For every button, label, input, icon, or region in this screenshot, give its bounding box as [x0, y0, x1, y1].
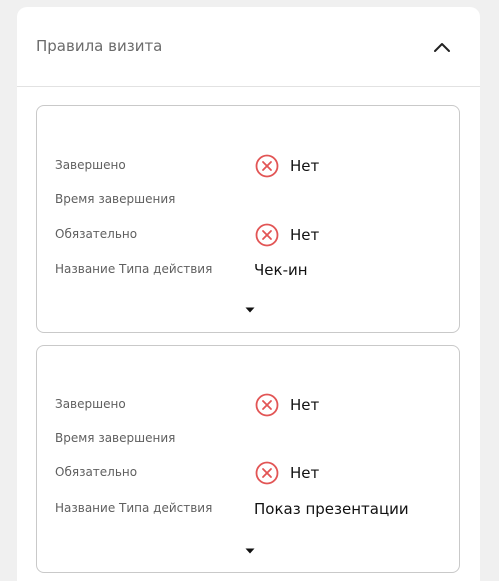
completed-value-text: Нет	[290, 157, 320, 175]
caret-down-icon	[245, 548, 255, 554]
action-type-row: Название Типа действия Показ презентации	[37, 497, 459, 521]
x-circle-icon	[255, 461, 279, 485]
collapse-button[interactable]	[432, 37, 452, 57]
completed-value: Нет	[255, 154, 319, 178]
action-type-value: Показ презентации	[254, 500, 409, 518]
visit-rule-card: Завершено Нет Время завершения Обязатель…	[36, 105, 460, 333]
mandatory-value-text: Нет	[290, 226, 320, 244]
panel-header[interactable]: Правила визита	[17, 7, 480, 87]
completed-value: Нет	[255, 393, 319, 417]
completed-value-text: Нет	[290, 396, 320, 414]
action-type-row: Название Типа действия Чек-ин	[37, 258, 459, 282]
completed-row: Завершено Нет	[37, 154, 459, 178]
completion-time-row: Время завершения	[37, 427, 459, 451]
x-circle-icon	[255, 393, 279, 417]
mandatory-row: Обязательно Нет	[37, 223, 459, 247]
action-type-label: Название Типа действия	[55, 501, 213, 515]
action-type-value: Чек-ин	[254, 261, 308, 279]
completed-label: Завершено	[55, 158, 126, 172]
visit-rules-panel: Правила визита Завершено Нет Время завер…	[17, 7, 480, 581]
mandatory-value-text: Нет	[290, 464, 320, 482]
completion-time-row: Время завершения	[37, 188, 459, 212]
completed-row: Завершено Нет	[37, 393, 459, 417]
caret-down-icon	[245, 307, 255, 313]
mandatory-row: Обязательно Нет	[37, 461, 459, 485]
x-circle-icon	[255, 154, 279, 178]
x-circle-icon	[255, 223, 279, 247]
action-type-label: Название Типа действия	[55, 262, 213, 276]
visit-rule-card: Завершено Нет Время завершения Обязатель…	[36, 345, 460, 573]
mandatory-label: Обязательно	[55, 465, 138, 479]
mandatory-value: Нет	[255, 461, 319, 485]
completed-label: Завершено	[55, 397, 126, 411]
expand-button[interactable]	[244, 540, 256, 554]
completion-time-label: Время завершения	[55, 431, 176, 445]
chevron-up-icon	[434, 43, 450, 52]
panel-title: Правила визита	[36, 37, 163, 55]
mandatory-label: Обязательно	[55, 227, 138, 241]
expand-button[interactable]	[244, 299, 256, 313]
mandatory-value: Нет	[255, 223, 319, 247]
completion-time-label: Время завершения	[55, 192, 176, 206]
